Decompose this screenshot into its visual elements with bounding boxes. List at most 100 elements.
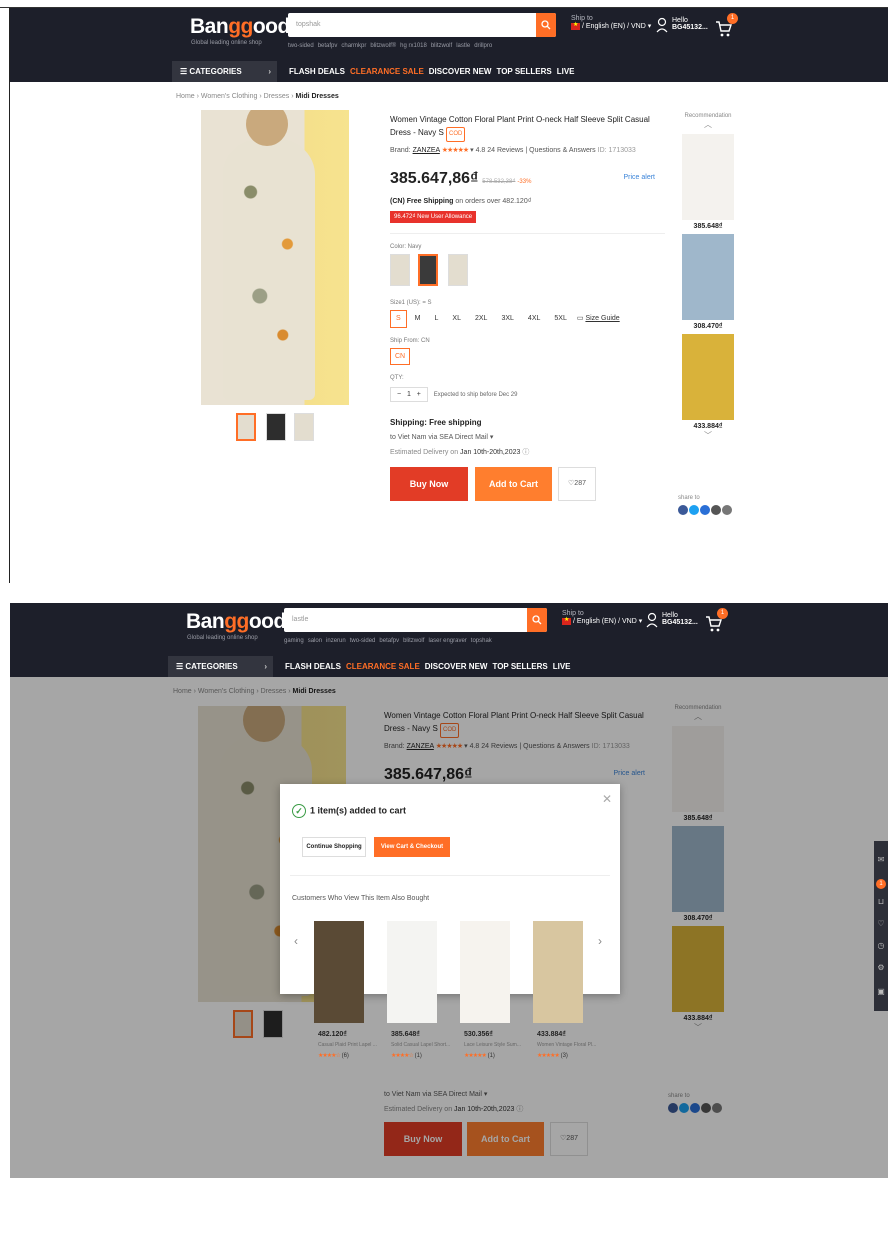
add-to-cart-button[interactable]: Add to Cart bbox=[475, 467, 552, 501]
nav-live[interactable]: LIVE bbox=[557, 67, 575, 76]
continue-shopping-button[interactable]: Continue Shopping bbox=[302, 837, 366, 857]
color-swatch-3[interactable] bbox=[448, 254, 468, 286]
size-option-xl[interactable]: XL bbox=[446, 310, 467, 328]
chevron-right-icon[interactable]: › bbox=[598, 934, 602, 948]
price-alert-link[interactable]: Price alert bbox=[623, 174, 655, 181]
hot-search-item[interactable]: laser engraver bbox=[428, 638, 466, 644]
qty-input[interactable]: 1 bbox=[407, 391, 411, 398]
qty-minus-button[interactable]: − bbox=[397, 391, 401, 398]
search-button[interactable] bbox=[536, 13, 556, 37]
cart-icon[interactable]: ⊔ bbox=[876, 897, 886, 907]
hot-search-item[interactable]: hg rx1018 bbox=[400, 43, 427, 49]
size-option-2xl[interactable]: 2XL bbox=[469, 310, 493, 328]
nav-clearance-sale[interactable]: CLEARANCE SALE bbox=[350, 67, 424, 76]
thumbnail-3[interactable] bbox=[294, 413, 314, 441]
ship-to-selector[interactable]: Ship to / English (EN) / VND ▾ bbox=[571, 15, 651, 30]
hot-search-item[interactable]: drillpro bbox=[474, 43, 492, 49]
search-bar[interactable]: topshak bbox=[288, 13, 556, 37]
account-menu[interactable]: Hello BG45132... bbox=[656, 17, 708, 33]
hot-search-item[interactable]: two-sided bbox=[288, 43, 314, 49]
nav-discover-new[interactable]: DISCOVER NEW bbox=[429, 67, 492, 76]
hot-search-item[interactable]: lastle bbox=[456, 43, 470, 49]
shipping-method[interactable]: to Viet Nam via SEA Direct Mail ▾ bbox=[390, 433, 665, 441]
rec-item[interactable]: 308.470₫ bbox=[682, 234, 734, 330]
hot-search-item[interactable]: blitzwolf® bbox=[370, 43, 396, 49]
also-bought-item[interactable]: 482.120₫ Casual Plaid Print Lapel ... ★★… bbox=[304, 921, 377, 1059]
chevron-left-icon[interactable]: ‹ bbox=[294, 934, 298, 948]
also-bought-item[interactable]: 385.648₫ Solid Casual Lapel Short... ★★★… bbox=[377, 921, 450, 1059]
message-icon[interactable]: ✉ bbox=[876, 855, 886, 865]
settings-icon[interactable]: ⚙ bbox=[876, 963, 886, 973]
hot-search-item[interactable]: salon bbox=[308, 638, 322, 644]
nav-flash-deals[interactable]: FLASH DEALS bbox=[285, 662, 341, 671]
banggood-logo[interactable]: Banggood bbox=[186, 610, 286, 634]
hot-search-item[interactable]: betafpv bbox=[379, 638, 399, 644]
feedback-icon[interactable]: ▣ bbox=[876, 987, 886, 997]
nav-discover-new[interactable]: DISCOVER NEW bbox=[425, 662, 488, 671]
qty-plus-button[interactable]: + bbox=[417, 391, 421, 398]
heart-icon[interactable]: ♡ bbox=[876, 919, 886, 929]
categories-menu[interactable]: ☰ CATEGORIES › bbox=[168, 656, 273, 677]
facebook-icon[interactable] bbox=[678, 505, 688, 515]
size-option-l[interactable]: L bbox=[429, 310, 445, 328]
new-user-allowance-badge[interactable]: 96.472₫ New User Allowance bbox=[390, 211, 477, 223]
size-option-m[interactable]: M bbox=[409, 310, 427, 328]
also-bought-item[interactable]: 433.884₫ Women Vintage Floral Pl... ★★★★… bbox=[523, 921, 596, 1059]
rec-item[interactable]: 385.648₫ bbox=[682, 134, 734, 230]
hot-search-item[interactable]: two-sided bbox=[350, 638, 376, 644]
wishlist-button[interactable]: ♡287 bbox=[558, 467, 596, 501]
thumbnail-1[interactable] bbox=[236, 413, 256, 441]
search-bar[interactable]: lastle bbox=[284, 608, 547, 632]
chevron-down-icon[interactable]: ﹀ bbox=[678, 430, 738, 441]
thumbnail-2[interactable] bbox=[266, 413, 286, 441]
pinterest-icon[interactable] bbox=[711, 505, 721, 515]
hot-search-item[interactable]: blitzwolf bbox=[403, 638, 424, 644]
hot-search-item[interactable]: topshak bbox=[471, 638, 492, 644]
chevron-right-icon: › bbox=[268, 67, 271, 76]
size-label: Size1 (US): = S bbox=[390, 300, 432, 306]
nav-flash-deals[interactable]: FLASH DEALS bbox=[289, 67, 345, 76]
color-swatch-1[interactable] bbox=[390, 254, 410, 286]
size-guide-link[interactable]: Size Guide bbox=[585, 315, 619, 322]
search-button[interactable] bbox=[527, 608, 547, 632]
buy-now-button[interactable]: Buy Now bbox=[390, 467, 468, 501]
size-option-3xl[interactable]: 3XL bbox=[495, 310, 519, 328]
size-option-5xl[interactable]: 5XL bbox=[548, 310, 572, 328]
ship-to-selector[interactable]: Ship to / English (EN) / VND ▾ bbox=[562, 610, 642, 625]
qa-link[interactable]: Questions & Answers bbox=[529, 147, 596, 154]
rec-item[interactable]: 433.884₫ bbox=[682, 334, 734, 430]
hot-search-item[interactable]: blitzwolf bbox=[431, 43, 452, 49]
share-section: share to bbox=[678, 495, 733, 517]
also-bought-item[interactable]: 530.356₫ Lace Leisure Style Sum... ★★★★★… bbox=[450, 921, 521, 1059]
email-icon[interactable] bbox=[722, 505, 732, 515]
categories-menu[interactable]: ☰ CATEGORIES › bbox=[172, 61, 277, 82]
vk-icon[interactable] bbox=[700, 505, 710, 515]
nav-top-sellers[interactable]: TOP SELLERS bbox=[496, 67, 551, 76]
cart-button[interactable]: 1 bbox=[714, 13, 740, 39]
reviews-link[interactable]: 24 Reviews bbox=[487, 147, 523, 154]
nav-clearance-sale[interactable]: CLEARANCE SALE bbox=[346, 662, 420, 671]
search-input[interactable]: lastle bbox=[292, 616, 308, 623]
view-cart-checkout-button[interactable]: View Cart & Checkout bbox=[374, 837, 450, 857]
color-swatch-navy[interactable] bbox=[418, 254, 438, 286]
hot-search-item[interactable]: inzerun bbox=[326, 638, 346, 644]
search-input[interactable]: topshak bbox=[296, 21, 321, 28]
product-main-image[interactable] bbox=[201, 110, 349, 405]
ship-from-cn-option[interactable]: CN bbox=[390, 348, 411, 365]
size-option-4xl[interactable]: 4XL bbox=[522, 310, 546, 328]
hot-search-item[interactable]: charmkpr bbox=[341, 43, 366, 49]
history-icon[interactable]: ◷ bbox=[876, 941, 886, 951]
twitter-icon[interactable] bbox=[689, 505, 699, 515]
close-icon[interactable]: ✕ bbox=[602, 792, 612, 806]
cart-button[interactable]: 1 bbox=[704, 608, 730, 634]
size-option-s[interactable]: S bbox=[390, 310, 407, 328]
brand-link[interactable]: ZANZEA bbox=[413, 147, 440, 154]
hot-search-item[interactable]: gaming bbox=[284, 638, 304, 644]
account-menu[interactable]: Hello BG45132... bbox=[646, 612, 698, 628]
nav-live[interactable]: LIVE bbox=[553, 662, 571, 671]
hot-search-item[interactable]: betafpv bbox=[318, 43, 338, 49]
ship-from-label: Ship From: CN bbox=[390, 338, 430, 344]
banggood-logo[interactable]: Banggood bbox=[190, 15, 290, 39]
chevron-up-icon[interactable]: ︿ bbox=[678, 119, 738, 130]
nav-top-sellers[interactable]: TOP SELLERS bbox=[492, 662, 547, 671]
